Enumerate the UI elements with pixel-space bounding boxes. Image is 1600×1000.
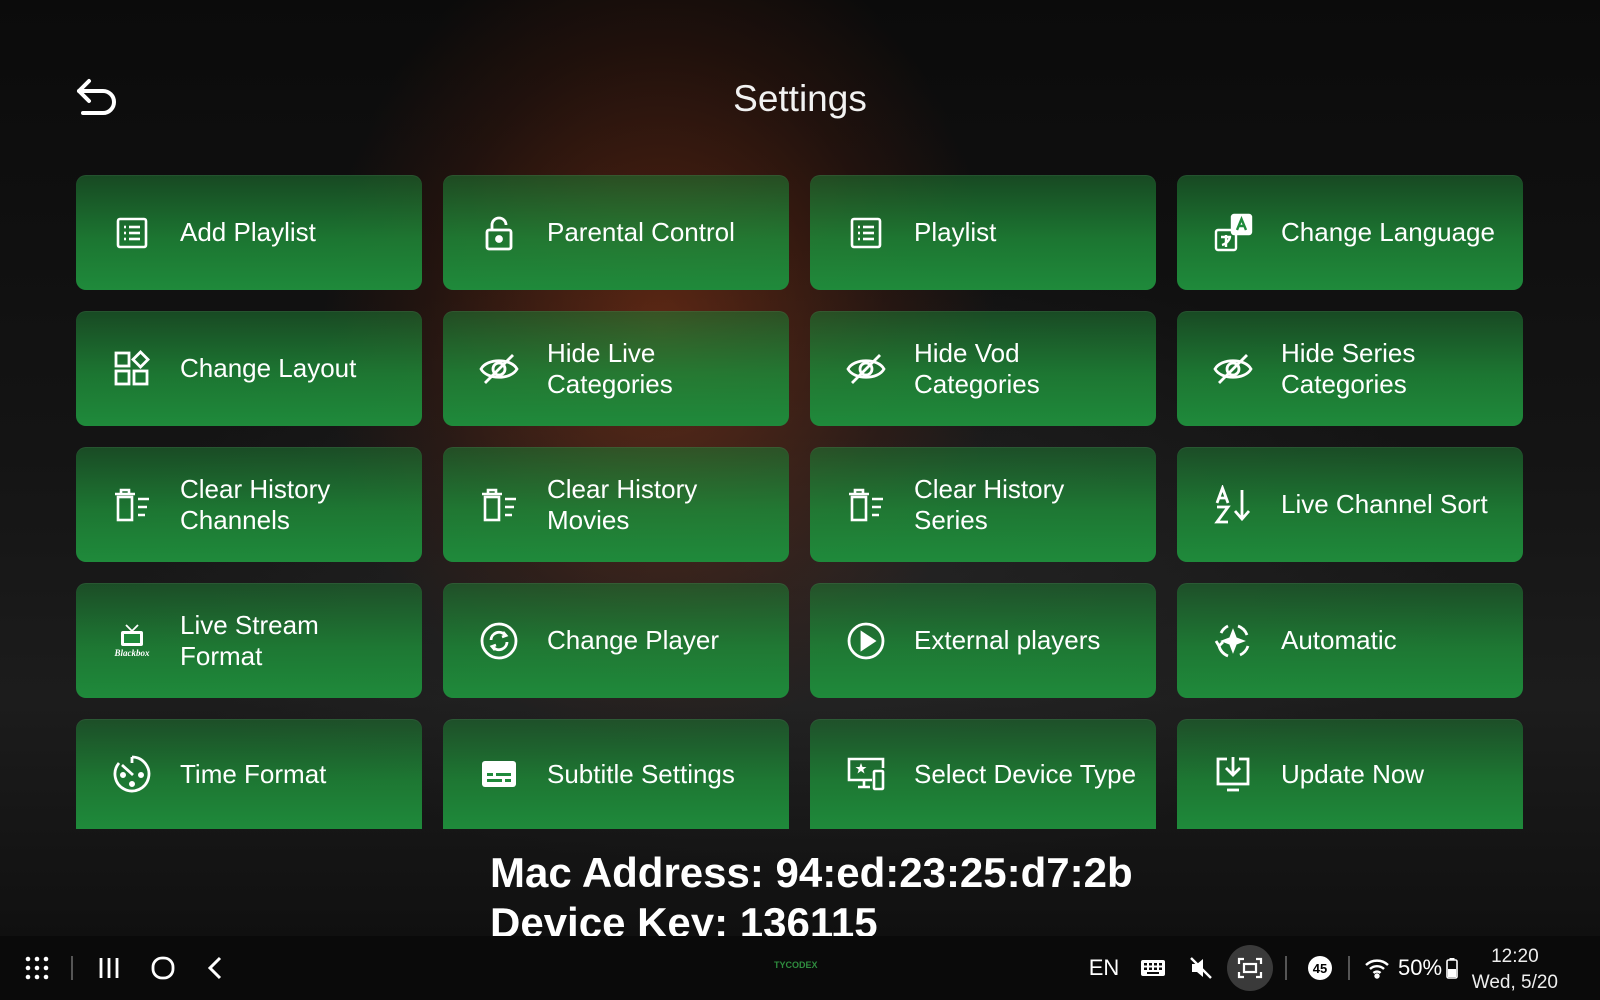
battery-icon — [1446, 958, 1458, 979]
subtitles-icon — [479, 754, 519, 794]
wifi-status — [1362, 936, 1392, 1000]
home-button[interactable] — [146, 936, 180, 1000]
notification-badge[interactable]: 45 — [1306, 936, 1334, 1000]
nav-back-button[interactable] — [200, 936, 230, 1000]
list-icon — [846, 213, 886, 253]
keyboard-button[interactable] — [1138, 936, 1168, 1000]
change-layout-button[interactable]: Change Layout — [76, 311, 422, 426]
list-icon — [112, 213, 152, 253]
live-channel-sort-button[interactable]: Live Channel Sort — [1177, 447, 1523, 562]
card-label: Clear History Movies — [547, 473, 698, 535]
download-icon — [1213, 754, 1253, 794]
card-label: Parental Control — [547, 217, 735, 247]
card-label: Playlist — [914, 217, 997, 247]
external-players-button[interactable]: External players — [810, 583, 1156, 698]
sort-az-icon — [1213, 484, 1253, 525]
update-now-button[interactable]: Update Now — [1177, 719, 1523, 829]
back-chevron-icon — [207, 956, 222, 980]
translate-icon — [1213, 213, 1253, 253]
timer-icon — [112, 754, 152, 794]
card-label: Subtitle Settings — [547, 758, 735, 789]
card-label: Automatic — [1281, 625, 1397, 655]
time-format-button[interactable]: Time Format — [76, 719, 422, 829]
delete-sweep-icon — [479, 485, 519, 525]
layout-icon — [112, 349, 152, 389]
hide-vod-categories-button[interactable]: Hide Vod Categories — [810, 311, 1156, 426]
system-navbar: TYCODEX EN 45 50% 12:20 Wed, 5/20 — [0, 936, 1600, 1000]
select-device-type-button[interactable]: Select Device Type — [810, 719, 1156, 829]
language-indicator[interactable]: EN — [1084, 936, 1124, 1000]
clear-history-channels-button[interactable]: Clear History Channels — [76, 447, 422, 562]
eye-off-icon — [1213, 349, 1253, 389]
mute-icon — [1190, 957, 1212, 979]
eye-off-icon — [479, 349, 519, 389]
device-key: Device Key: 136115 — [490, 899, 878, 936]
wifi-icon — [1365, 959, 1389, 979]
card-label: Live Channel Sort — [1281, 489, 1488, 519]
change-player-button[interactable]: Change Player — [443, 583, 789, 698]
clear-history-series-button[interactable]: Clear History Series — [810, 447, 1156, 562]
play-circle-icon — [846, 621, 886, 661]
home-icon — [151, 956, 175, 980]
devices-icon — [846, 754, 886, 794]
subtitle-settings-button[interactable]: Subtitle Settings — [443, 719, 789, 829]
screen-capture-pill — [1227, 945, 1273, 991]
parental-control-button[interactable]: Parental Control — [443, 175, 789, 290]
date: Wed, 5/20 — [1471, 972, 1558, 993]
svg-text:Blackbox: Blackbox — [114, 648, 150, 658]
keyboard-icon — [1141, 960, 1165, 976]
divider — [1348, 956, 1350, 980]
card-label: Update Now — [1281, 758, 1425, 789]
card-label: External players — [914, 625, 1101, 655]
hide-live-categories-button[interactable]: Hide Live Categories — [443, 311, 789, 426]
change-language-button[interactable]: Change Language — [1177, 175, 1523, 290]
battery-status — [1444, 936, 1460, 1000]
card-label: Change Layout — [180, 353, 357, 383]
card-label: Change Language — [1281, 217, 1495, 247]
time: 12:20 — [1491, 946, 1539, 967]
mac-address: Mac Address: 94:ed:23:25:d7:2b — [490, 849, 1133, 896]
hide-series-categories-button[interactable]: Hide Series Categories — [1177, 311, 1523, 426]
device-info: Mac Address: 94:ed:23:25:d7:2b Device Ke… — [490, 848, 1133, 936]
apps-button[interactable] — [20, 936, 54, 1000]
card-label: Add Playlist — [180, 217, 316, 247]
card-label: Live Stream Format — [180, 609, 319, 671]
live-stream-format-button[interactable]: Blackbox Live Stream Format — [76, 583, 422, 698]
card-label: Clear History Channels — [180, 473, 331, 535]
apps-grid-icon — [25, 956, 49, 980]
divider — [1285, 956, 1287, 980]
screen-capture-button[interactable] — [1227, 936, 1273, 1000]
recents-button[interactable] — [94, 936, 124, 1000]
screen-capture-icon — [1237, 957, 1263, 979]
clear-history-movies-button[interactable]: Clear History Movies — [443, 447, 789, 562]
brand-logo: TYCODEX — [774, 960, 818, 970]
tv-logo-icon: Blackbox — [112, 621, 152, 661]
automatic-button[interactable]: Automatic — [1177, 583, 1523, 698]
sync-circle-icon — [479, 621, 519, 661]
auto-sparkle-icon — [1213, 621, 1253, 661]
card-label: Hide Vod Categories — [914, 337, 1040, 399]
delete-sweep-icon — [112, 485, 152, 525]
page-title: Settings — [733, 78, 867, 119]
add-playlist-button[interactable]: Add Playlist — [76, 175, 422, 290]
battery-percent: 50% — [1397, 955, 1443, 980]
settings-grid: Add Playlist Parental Control Playlist C… — [76, 175, 1524, 834]
divider — [71, 956, 73, 980]
eye-off-icon — [846, 349, 886, 389]
delete-sweep-icon — [846, 485, 886, 525]
padlock-icon — [479, 213, 519, 253]
card-label: Hide Series Categories — [1281, 337, 1416, 399]
mute-button[interactable] — [1186, 936, 1216, 1000]
recents-icon — [99, 958, 119, 978]
playlist-button[interactable]: Playlist — [810, 175, 1156, 290]
notification-count: 45 — [1308, 956, 1332, 980]
card-label: Clear History Series — [914, 473, 1065, 535]
settings-screen: Settings Add Playlist Parental Control P… — [0, 0, 1600, 936]
card-label: Hide Live Categories — [547, 337, 673, 399]
card-label: Change Player — [547, 625, 719, 655]
clock: 12:20 Wed, 5/20 — [1472, 944, 1558, 996]
card-label: Select Device Type — [914, 758, 1137, 789]
card-label: Time Format — [180, 758, 327, 789]
